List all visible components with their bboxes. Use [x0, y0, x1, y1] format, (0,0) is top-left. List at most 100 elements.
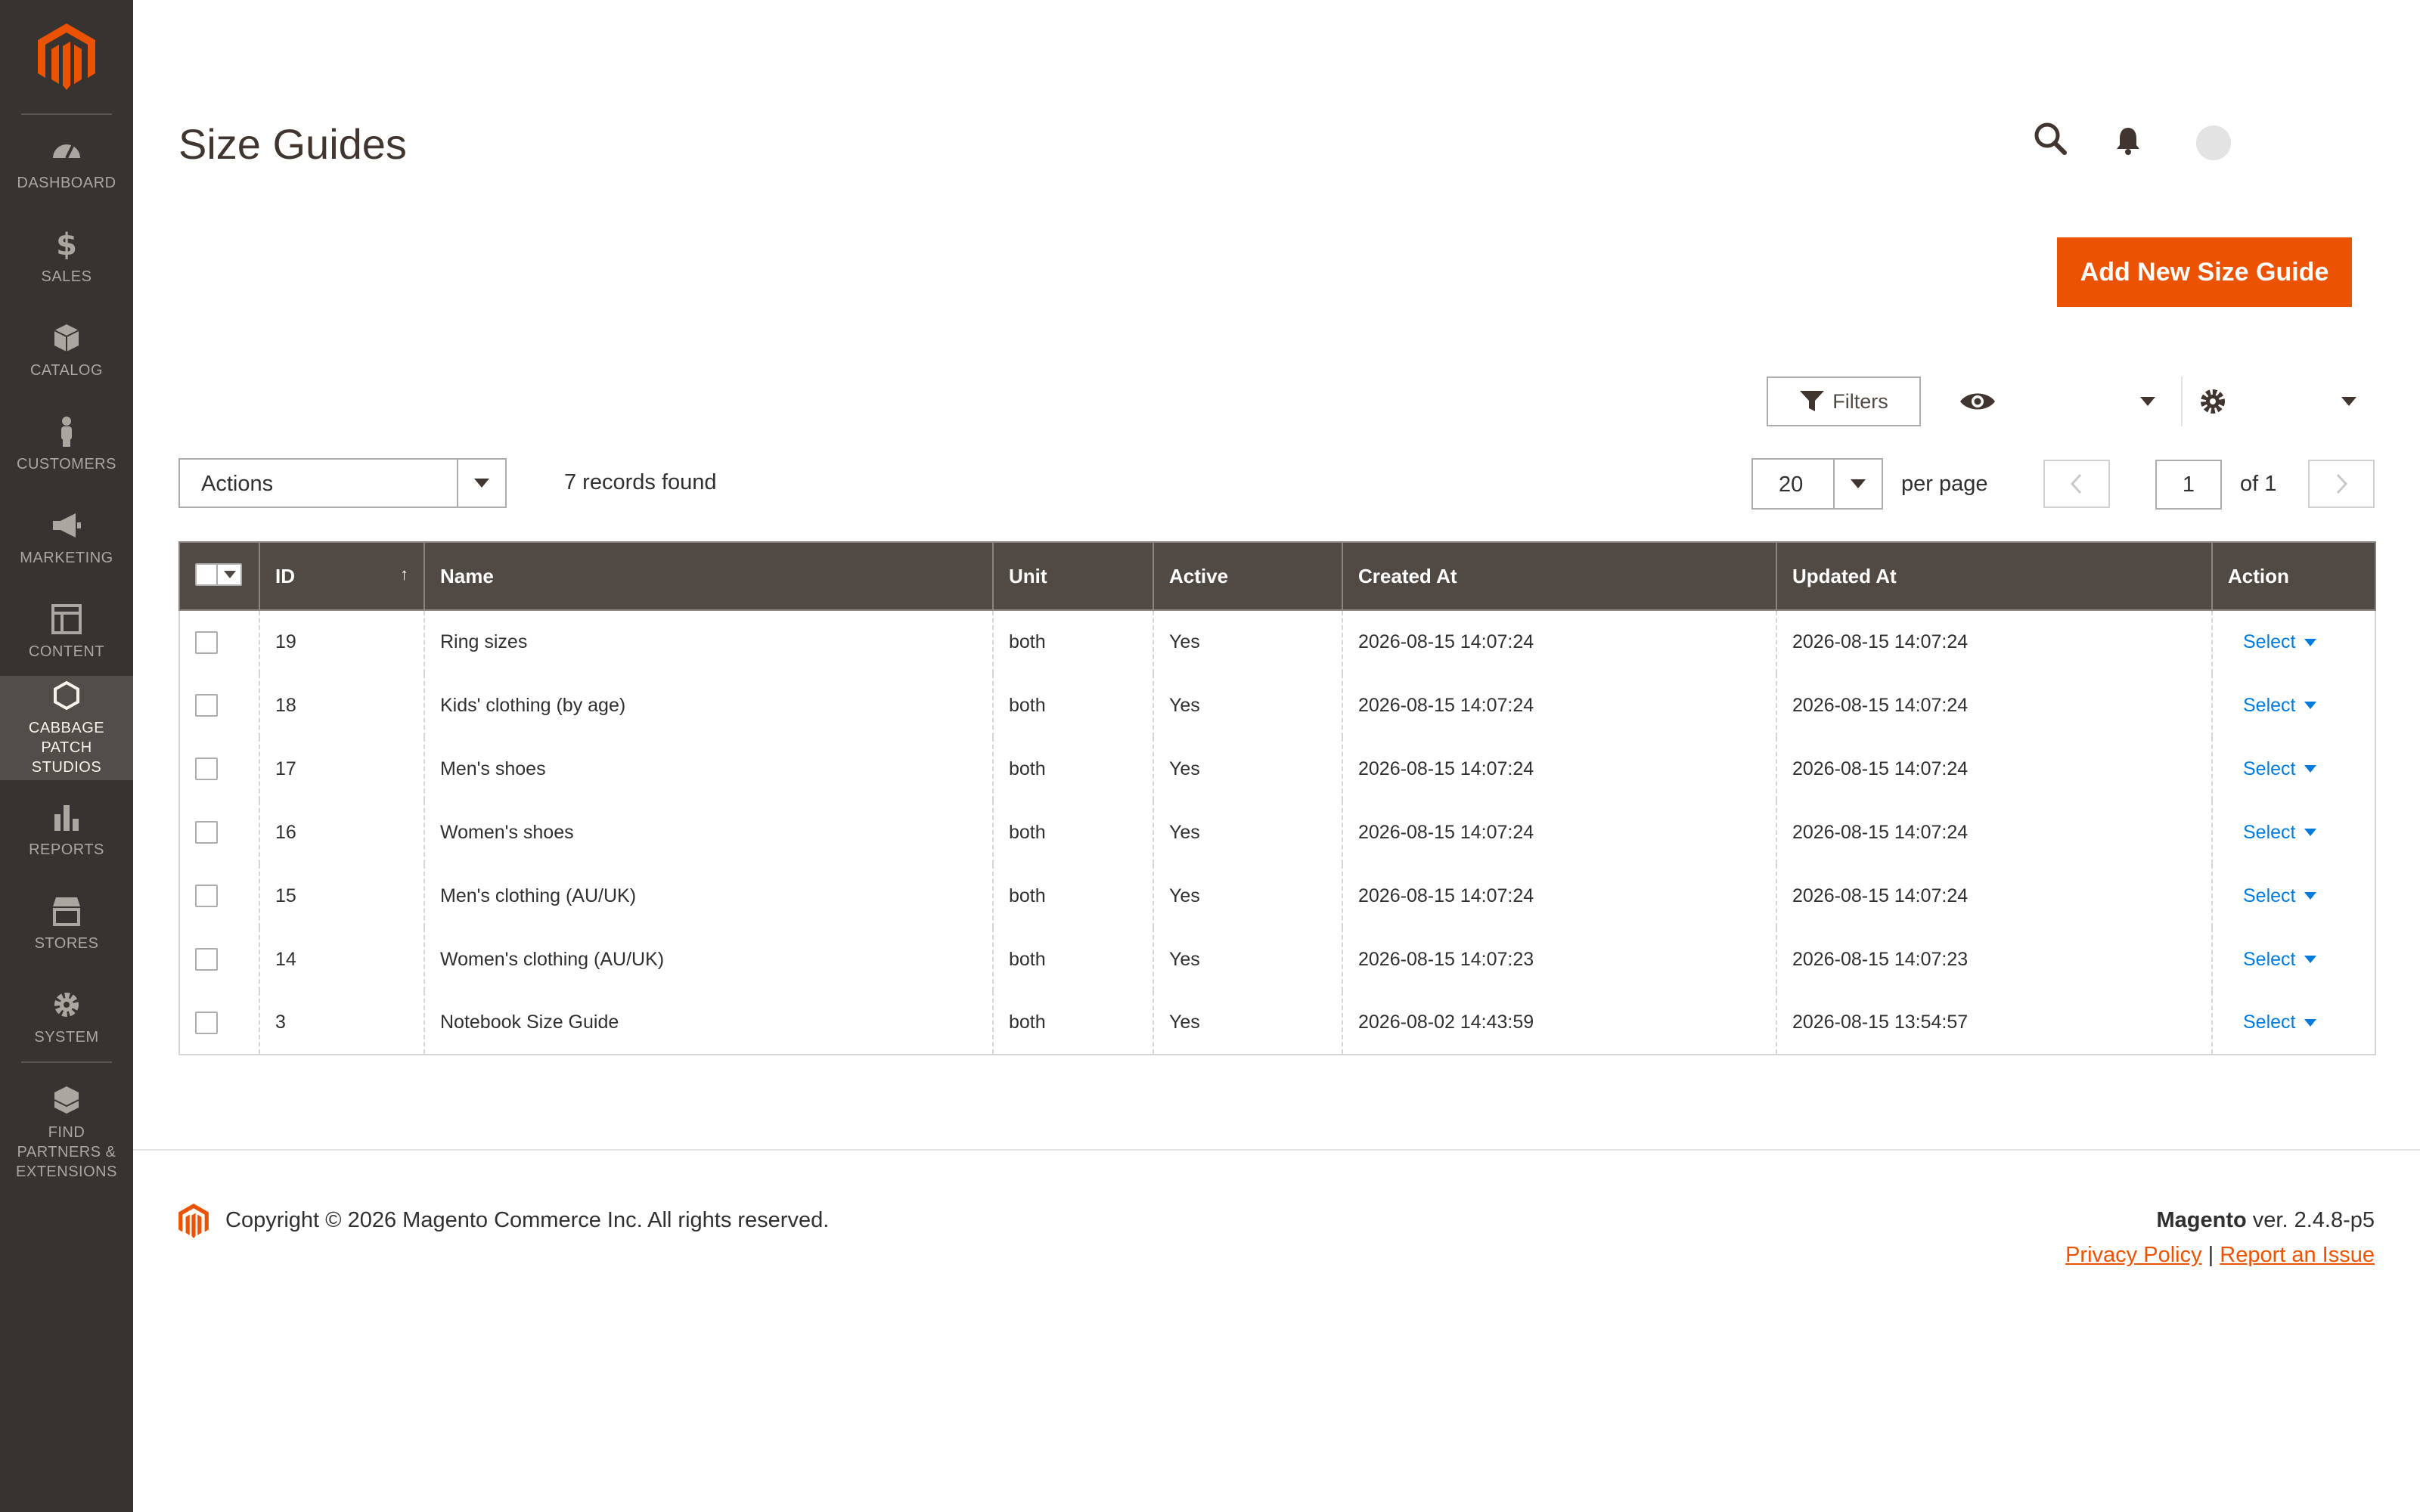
column-header-id[interactable]: ID ↑: [259, 541, 424, 611]
row-action-select[interactable]: Select: [2228, 885, 2317, 907]
cell-id: 15: [259, 864, 424, 928]
chevron-down-icon: [2304, 638, 2317, 646]
bell-icon: [2117, 128, 2139, 155]
svg-text:$: $: [56, 228, 77, 261]
per-page-value: 20: [1779, 472, 1804, 497]
sidebar-item-marketing[interactable]: MARKETING: [0, 491, 133, 585]
sidebar-item-find-partners[interactable]: FIND PARTNERS & EXTENSIONS: [0, 1072, 133, 1193]
mass-actions-select[interactable]: Actions: [178, 458, 507, 508]
chevron-down-icon: [2304, 1018, 2317, 1027]
report-issue-link[interactable]: Report an Issue: [2220, 1243, 2375, 1267]
avatar[interactable]: [2196, 125, 2231, 160]
sidebar-item-system[interactable]: SYSTEM: [0, 971, 133, 1064]
mass-select-checkbox[interactable]: [195, 562, 242, 586]
layout-icon: [51, 604, 82, 634]
sidebar-item-cabbage-patch-studios[interactable]: CABBAGE PATCH STUDIOS: [0, 676, 133, 780]
sidebar-item-label: DASHBOARD: [17, 175, 116, 191]
per-page-dropdown-toggle[interactable]: [1833, 460, 1882, 508]
privacy-policy-link[interactable]: Privacy Policy: [2065, 1243, 2202, 1267]
cell-name: Men's clothing (AU/UK): [424, 864, 993, 928]
columns-control[interactable]: [2198, 383, 2356, 420]
row-checkbox[interactable]: [195, 631, 218, 654]
megaphone-icon: [53, 513, 81, 538]
table-row: 18 Kids' clothing (by age) both Yes 2026…: [178, 674, 2376, 737]
column-header-name[interactable]: Name: [424, 541, 993, 611]
page-number-input[interactable]: 1: [2155, 460, 2222, 510]
cell-unit: both: [992, 928, 1153, 991]
cell-id: 17: [259, 737, 424, 801]
column-header-unit[interactable]: Unit: [992, 541, 1153, 611]
toolbar-divider: [2181, 376, 2183, 426]
cell-active: Yes: [1153, 801, 1342, 864]
row-action-select[interactable]: Select: [2228, 1012, 2317, 1033]
next-page-button[interactable]: [2308, 460, 2375, 508]
sidebar-item-sales[interactable]: $ SALES: [0, 210, 133, 304]
chevron-left-icon: [2070, 473, 2082, 494]
sidebar-item-label: CATALOG: [29, 362, 104, 379]
mass-select-header[interactable]: [178, 541, 259, 611]
sidebar-divider: [21, 1061, 112, 1063]
chevron-down-icon: [2304, 829, 2317, 836]
cell-created-at: 2026-08-15 14:07:24: [1342, 674, 1776, 737]
row-checkbox[interactable]: [195, 948, 218, 971]
per-page-select[interactable]: 20: [1751, 458, 1883, 510]
row-checkbox[interactable]: [195, 694, 218, 717]
sidebar-item-label: CONTENT: [28, 643, 105, 660]
hexagon-icon: [54, 680, 79, 711]
sidebar-item-content[interactable]: CONTENT: [0, 585, 133, 679]
bar-chart-icon: [54, 805, 79, 831]
view-switcher[interactable]: [1959, 383, 2155, 420]
cell-updated-at: 2026-08-15 14:07:24: [1776, 801, 2212, 864]
store-icon: [53, 897, 80, 926]
cell-name: Notebook Size Guide: [424, 991, 993, 1055]
global-search-button[interactable]: [2033, 121, 2068, 160]
version-info: Magento ver. 2.4.8-p5: [2157, 1208, 2375, 1233]
sidebar-item-catalog[interactable]: CATALOG: [0, 304, 133, 398]
cube-icon: [54, 324, 79, 352]
cell-name: Men's shoes: [424, 737, 993, 801]
table-row: 15 Men's clothing (AU/UK) both Yes 2026-…: [178, 864, 2376, 928]
filters-button[interactable]: Filters: [1767, 376, 1921, 426]
sidebar-item-customers[interactable]: CUSTOMERS: [0, 398, 133, 491]
row-action-select[interactable]: Select: [2228, 822, 2317, 844]
notifications-button[interactable]: [2113, 125, 2143, 160]
cell-updated-at: 2026-08-15 14:07:24: [1776, 864, 2212, 928]
table-row: 16 Women's shoes both Yes 2026-08-15 14:…: [178, 801, 2376, 864]
column-header-active[interactable]: Active: [1153, 541, 1342, 611]
actions-dropdown-toggle[interactable]: [457, 460, 505, 507]
column-header-created-at[interactable]: Created At: [1342, 541, 1776, 611]
row-checkbox[interactable]: [195, 885, 218, 908]
size-guides-grid: ID ↑ Name Unit Active Created At Updated …: [178, 541, 2376, 1055]
cell-updated-at: 2026-08-15 14:07:23: [1776, 928, 2212, 991]
add-new-size-guide-button[interactable]: Add New Size Guide: [2057, 237, 2352, 307]
chevron-down-icon: [2304, 892, 2317, 900]
sidebar-item-reports[interactable]: REPORTS: [0, 783, 133, 877]
search-icon: [2034, 122, 2067, 155]
magento-logo-icon: [178, 1204, 209, 1238]
table-row: 3 Notebook Size Guide both Yes 2026-08-0…: [178, 991, 2376, 1055]
filter-icon: [1800, 391, 1825, 411]
row-checkbox[interactable]: [195, 1011, 218, 1034]
previous-page-button[interactable]: [2043, 460, 2110, 508]
chevron-down-icon: [2140, 397, 2155, 406]
chevron-right-icon: [2336, 473, 2348, 494]
cell-unit: both: [992, 674, 1153, 737]
per-page-label: per page: [1901, 472, 1988, 496]
column-header-action: Action: [2211, 541, 2376, 611]
row-action-select[interactable]: Select: [2228, 631, 2317, 653]
row-action-select[interactable]: Select: [2228, 758, 2317, 780]
row-action-select[interactable]: Select: [2228, 949, 2317, 971]
row-action-select[interactable]: Select: [2228, 695, 2317, 717]
row-checkbox[interactable]: [195, 821, 218, 844]
sidebar-item-label: SALES: [41, 268, 92, 285]
cell-active: Yes: [1153, 737, 1342, 801]
sidebar-item-stores[interactable]: STORES: [0, 877, 133, 971]
cell-unit: both: [992, 610, 1153, 674]
footer-divider: [133, 1149, 2420, 1151]
column-header-updated-at[interactable]: Updated At: [1776, 541, 2212, 611]
gear-icon: [2201, 389, 2225, 414]
sort-ascending-icon: ↑: [400, 564, 408, 584]
magento-logo[interactable]: [0, 0, 133, 113]
row-checkbox[interactable]: [195, 758, 218, 781]
sidebar-item-dashboard[interactable]: DASHBOARD: [0, 116, 133, 210]
